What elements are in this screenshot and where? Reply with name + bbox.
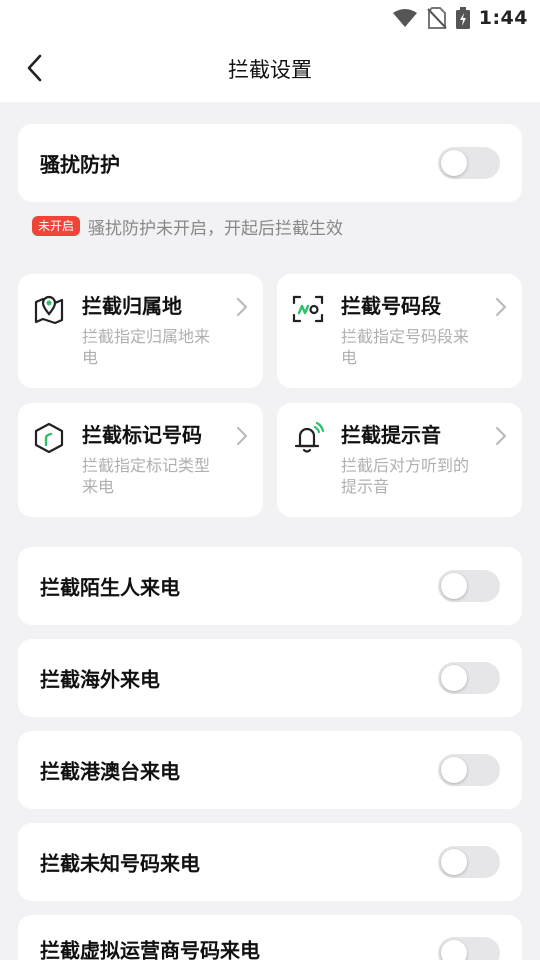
battery-charging-icon: [455, 7, 470, 29]
harass-protection-label: 骚扰防护: [40, 152, 120, 177]
harass-protection-toggle[interactable]: [438, 147, 500, 179]
chevron-right-icon: [236, 297, 248, 317]
chevron-right-icon: [495, 426, 507, 446]
no-sim-icon: [427, 7, 447, 29]
status-bar: 1:44: [392, 4, 528, 32]
tile-title: 拦截提示音: [341, 423, 441, 447]
tag-box-icon: [34, 422, 64, 454]
tile-desc: 拦截指定标记类型来电: [82, 456, 211, 496]
harass-protection-row[interactable]: 骚扰防护: [18, 124, 522, 202]
tile-title: 拦截归属地: [82, 294, 182, 318]
bell-ring-icon: [294, 421, 325, 453]
tile-title: 拦截标记号码: [82, 423, 202, 447]
tile-desc: 拦截指定号码段来电: [341, 327, 470, 367]
page-title: 拦截设置: [228, 58, 312, 82]
row-label: 拦截未知号码来电: [40, 851, 200, 876]
harass-notice: 未开启 骚扰防护未开启，开起后拦截生效: [32, 214, 344, 239]
chevron-right-icon: [495, 297, 507, 317]
wifi-icon: [392, 9, 417, 27]
row-label: 拦截陌生人来电: [40, 575, 180, 600]
notice-text: 骚扰防护未开启，开起后拦截生效: [88, 218, 344, 239]
toggle-knob: [441, 757, 467, 783]
tile-block-tone[interactable]: 拦截提示音 拦截后对方听到的提示音: [277, 403, 522, 517]
toggle-knob: [441, 665, 467, 691]
status-badge: 未开启: [32, 216, 81, 236]
toggle-knob: [441, 573, 467, 599]
nav-bar: 拦截设置: [0, 40, 540, 96]
toggle-knob: [441, 940, 467, 960]
toggle-knob: [441, 150, 467, 176]
toggle-knob: [441, 849, 467, 875]
status-time: 1:44: [478, 7, 528, 29]
overseas-toggle[interactable]: [438, 662, 500, 694]
toggle-row-unknown[interactable]: 拦截未知号码来电: [18, 823, 522, 901]
location-map-icon: [34, 295, 64, 325]
virtual-operator-toggle[interactable]: [438, 937, 500, 960]
row-label: 拦截海外来电: [40, 667, 160, 692]
number-scan-icon: [292, 295, 324, 323]
toggle-row-stranger[interactable]: 拦截陌生人来电: [18, 547, 522, 625]
toggle-row-hk-macao-tw[interactable]: 拦截港澳台来电: [18, 731, 522, 809]
tile-title: 拦截号码段: [341, 294, 441, 318]
row-label: 拦截港澳台来电: [40, 759, 180, 784]
stranger-toggle[interactable]: [438, 570, 500, 602]
toggle-row-virtual-operator[interactable]: 拦截虚拟运营商号码来电: [18, 915, 522, 960]
hk-macao-tw-toggle[interactable]: [438, 754, 500, 786]
toggle-row-overseas[interactable]: 拦截海外来电: [18, 639, 522, 717]
tile-desc: 拦截指定归属地来电: [82, 327, 211, 367]
row-label: 拦截虚拟运营商号码来电: [40, 938, 260, 960]
tile-block-region[interactable]: 拦截归属地 拦截指定归属地来电: [18, 274, 263, 388]
unknown-toggle[interactable]: [438, 846, 500, 878]
chevron-right-icon: [236, 426, 248, 446]
tile-block-number-range[interactable]: 拦截号码段 拦截指定号码段来电: [277, 274, 522, 388]
tile-desc: 拦截后对方听到的提示音: [341, 456, 470, 496]
tile-block-marked-number[interactable]: 拦截标记号码 拦截指定标记类型来电: [18, 403, 263, 517]
top-bar: 1:44 拦截设置: [0, 0, 540, 102]
